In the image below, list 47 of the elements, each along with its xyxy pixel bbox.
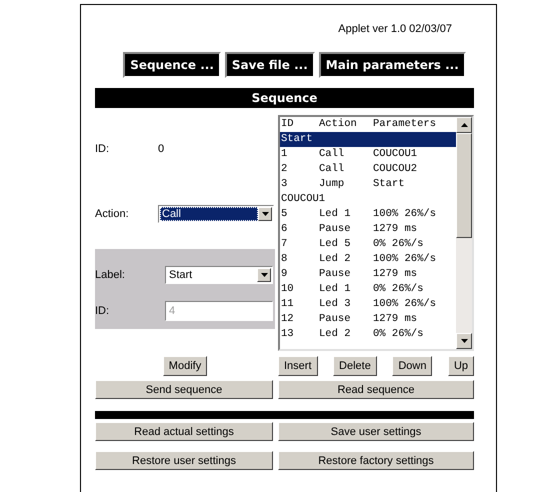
column-header: ID (281, 117, 295, 132)
list-button[interactable]: Down (392, 356, 432, 376)
list-row[interactable]: 12 Pause 1279 ms (280, 312, 456, 327)
action-dropdown[interactable]: Call (158, 205, 274, 223)
settings-button[interactable]: Read actual settings (95, 422, 273, 441)
list-row[interactable]: 5 Led 1 100% 26%/s (280, 207, 456, 222)
list-row[interactable]: 1 Call COUCOU1 (280, 147, 456, 162)
list-row[interactable]: 2 Call COUCOU2 (280, 162, 456, 177)
label-dropdown[interactable]: Start (165, 266, 273, 284)
settings-button[interactable]: Save user settings (278, 422, 474, 441)
settings-button[interactable]: Restore user settings (95, 451, 273, 470)
field-label: ID: (95, 143, 110, 155)
section-title: Sequence (95, 88, 474, 108)
list-row[interactable]: 8 Led 2 100% 26%/s (280, 252, 456, 267)
dropdown-arrow-icon (260, 273, 268, 277)
field-label: Action: (95, 208, 130, 220)
scrollbar[interactable] (456, 117, 472, 349)
list-row[interactable]: 6 Pause 1279 ms (280, 222, 456, 237)
list-button[interactable]: Up (448, 356, 474, 376)
column-header: Action (319, 117, 358, 132)
column-header: Parameters (373, 117, 436, 132)
sequence-list[interactable] (278, 115, 474, 351)
sequence-button[interactable]: Read sequence (278, 380, 474, 399)
field-label: ID: (95, 305, 110, 317)
scroll-up-icon (460, 123, 468, 127)
nav-button[interactable]: Save file ... (224, 52, 315, 78)
list-row[interactable]: 13 Led 2 0% 26%/s (280, 327, 456, 342)
list-row[interactable]: 11 Led 3 100% 26%/s (280, 297, 456, 312)
dropdown-arrow-icon (262, 212, 268, 216)
modify-button[interactable]: Modify (162, 356, 208, 376)
list-button[interactable]: Insert (278, 356, 318, 376)
sequence-button[interactable]: Send sequence (95, 380, 273, 399)
list-label-row[interactable]: COUCOU1 (280, 192, 456, 207)
scroll-down-icon (460, 339, 468, 343)
nav-button[interactable]: Main parameters ... (318, 52, 466, 78)
list-row[interactable]: 10 Led 1 0% 26%/s (280, 282, 456, 297)
list-button[interactable]: Delete (333, 356, 377, 376)
id-value: 0 (158, 143, 164, 155)
list-label-row[interactable]: Start (280, 132, 456, 147)
nav-button[interactable]: Sequence ... (123, 52, 221, 78)
version-text: Applet ver 1.0 02/03/07 (337, 22, 452, 36)
list-row[interactable]: 3 Jump Start (280, 177, 456, 192)
scroll-thumb[interactable] (456, 133, 472, 238)
field-label: Label: (95, 269, 126, 281)
list-row[interactable]: 9 Pause 1279 ms (280, 267, 456, 282)
list-row[interactable]: 7 Led 5 0% 26%/s (280, 237, 456, 252)
settings-button[interactable]: Restore factory settings (278, 451, 474, 470)
